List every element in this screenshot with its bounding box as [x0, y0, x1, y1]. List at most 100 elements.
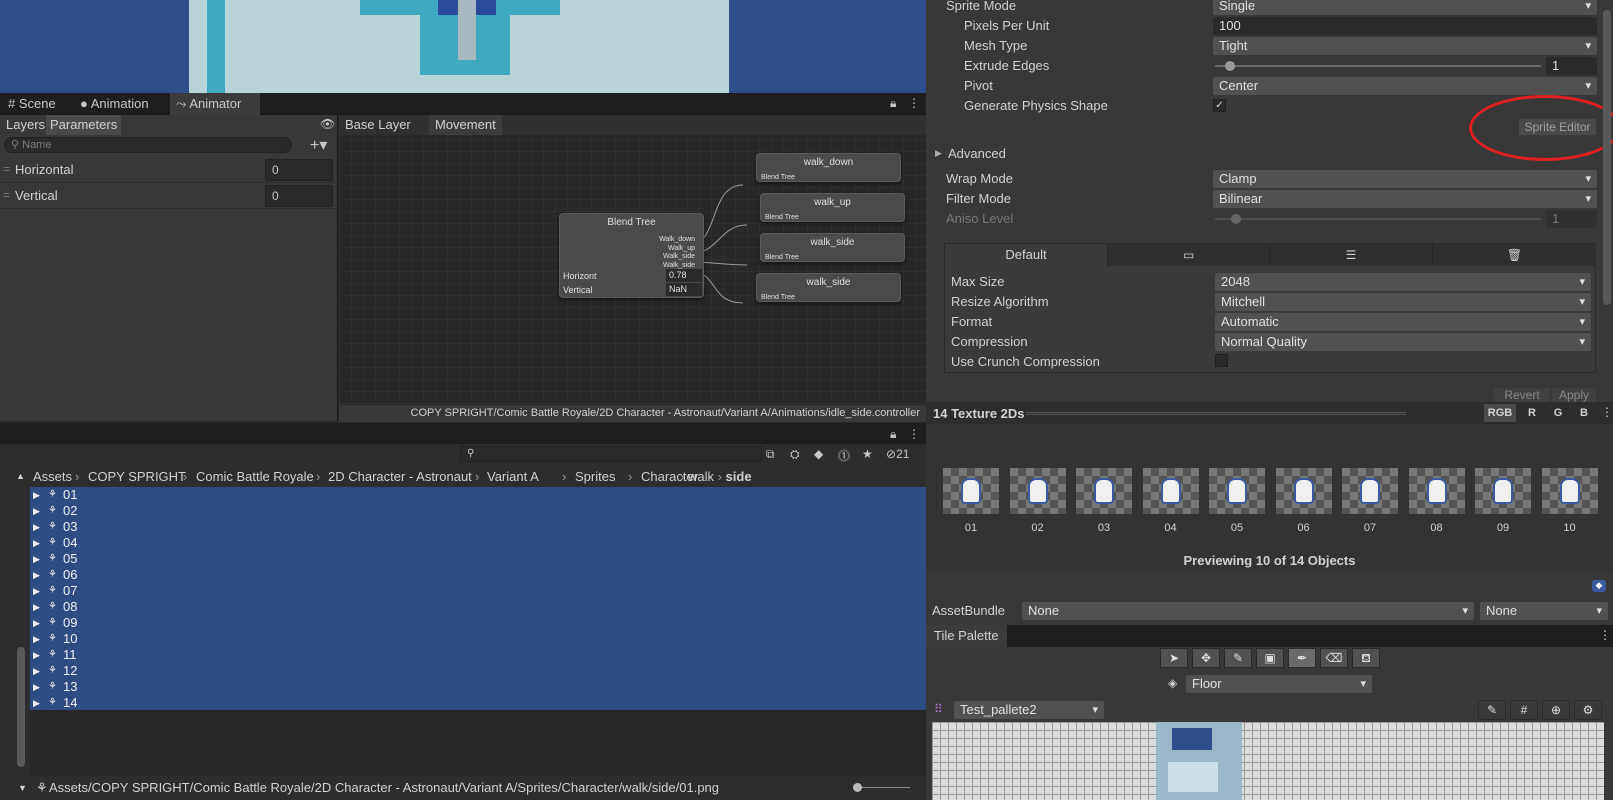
- texture-thumbnail[interactable]: [1475, 468, 1531, 514]
- tab-animator[interactable]: ⤳ Animator: [170, 93, 260, 115]
- list-item[interactable]: ▶ ⚘ 04: [30, 535, 926, 551]
- motion-node[interactable]: walk_up Blend Tree: [760, 193, 905, 222]
- tab-scene[interactable]: # Scene: [2, 93, 62, 115]
- blend-tree-node[interactable]: Blend Tree Walk_down Walk_up Walk_side W…: [559, 213, 704, 298]
- list-item[interactable]: ▶ ⚘ 09: [30, 615, 926, 631]
- kebab-menu-icon[interactable]: ⋮: [908, 96, 920, 110]
- animator-graph[interactable]: Base Layer Movement Blend Tree Walk_down…: [339, 115, 926, 421]
- list-item[interactable]: ▶ ⚘ 08: [30, 599, 926, 615]
- parameter-row[interactable]: = Vertical 0: [0, 183, 338, 209]
- compression-dropdown[interactable]: Normal Quality: [1215, 333, 1591, 351]
- kebab-menu-icon[interactable]: ⋮: [1601, 405, 1613, 419]
- scene-view[interactable]: [0, 0, 926, 93]
- crumb-item[interactable]: walk: [688, 469, 714, 484]
- list-item[interactable]: ▶ ⚘ 07: [30, 583, 926, 599]
- scroll-down-icon[interactable]: ▼: [18, 776, 27, 800]
- channel-rgb-button[interactable]: RGB: [1484, 404, 1516, 422]
- search-scope-icon[interactable]: ⧉: [766, 447, 775, 462]
- list-icon[interactable]: ☰: [1269, 244, 1432, 266]
- texture-thumbnail[interactable]: [1342, 468, 1398, 514]
- hidden-count-icon[interactable]: ⊘21: [886, 447, 909, 461]
- texture-thumbnail[interactable]: [943, 468, 999, 514]
- eraser-icon[interactable]: ⌫: [1320, 648, 1348, 668]
- list-item[interactable]: ▶ ⚘ 14: [30, 695, 926, 711]
- apply-button[interactable]: Apply: [1552, 388, 1596, 403]
- motion-node[interactable]: walk_down Blend Tree: [756, 153, 901, 182]
- revert-button[interactable]: Revert: [1494, 388, 1550, 403]
- crumb-item[interactable]: COPY SPRIGHT: [88, 466, 186, 487]
- channel-b-button[interactable]: B: [1574, 404, 1594, 422]
- drag-handle-icon[interactable]: =: [3, 188, 10, 202]
- texture-thumbnail[interactable]: [1275, 468, 1332, 514]
- foldout-arrow-icon[interactable]: ▶: [33, 503, 40, 519]
- format-dropdown[interactable]: Automatic: [1215, 313, 1591, 331]
- filter-type-icon[interactable]: ⛭: [790, 447, 800, 462]
- foldout-arrow-icon[interactable]: ▶: [33, 535, 40, 551]
- list-item[interactable]: ▶ ⚘ 01: [30, 487, 926, 503]
- crumb-item[interactable]: Variant A: [487, 466, 539, 487]
- list-item[interactable]: ▶ ⚘ 03: [30, 519, 926, 535]
- texture-thumbnail[interactable]: [1408, 468, 1465, 514]
- foldout-arrow-icon[interactable]: ▶: [33, 487, 40, 503]
- label-icon[interactable]: ◆: [814, 447, 823, 461]
- crumb-item[interactable]: Assets: [33, 466, 72, 487]
- scrollbar-thumb[interactable]: [17, 647, 25, 767]
- fill-bucket-icon[interactable]: ⛾: [1352, 648, 1380, 668]
- zoom-slider-track[interactable]: [855, 787, 910, 788]
- foldout-arrow-icon[interactable]: ▶: [33, 695, 40, 711]
- tab-default-platform[interactable]: Default: [945, 244, 1107, 266]
- gizmo-icon[interactable]: ⊕: [1542, 700, 1570, 720]
- parameter-value-input[interactable]: 0: [265, 159, 333, 181]
- max-size-dropdown[interactable]: 2048: [1215, 273, 1591, 291]
- assetbundle-variant-dropdown[interactable]: None: [1480, 602, 1608, 620]
- pivot-dropdown[interactable]: Center: [1213, 77, 1597, 95]
- list-item[interactable]: ▶ ⚘ 13: [30, 679, 926, 695]
- list-item[interactable]: ▶ ⚘ 06: [30, 567, 926, 583]
- drag-divider[interactable]: [1026, 412, 1406, 415]
- palette-dropdown[interactable]: Test_pallete2: [954, 701, 1104, 719]
- tab-layers[interactable]: Layers: [2, 115, 49, 135]
- favorite-star-icon[interactable]: ★: [862, 447, 873, 461]
- foldout-arrow-icon[interactable]: ▶: [33, 679, 40, 695]
- parameter-row[interactable]: = Horizontal 0: [0, 157, 338, 183]
- assetbundle-name-dropdown[interactable]: None: [1022, 602, 1474, 620]
- extrude-slider-handle[interactable]: [1224, 61, 1235, 71]
- crumb-item-current[interactable]: side: [726, 469, 752, 484]
- foldout-arrow-icon[interactable]: ▶: [33, 519, 40, 535]
- list-item[interactable]: ▶ ⚘ 11: [30, 647, 926, 663]
- kebab-menu-icon[interactable]: ⋮: [908, 427, 920, 441]
- foldout-arrow-icon[interactable]: ▶: [33, 583, 40, 599]
- tab-parameters[interactable]: Parameters: [46, 115, 122, 135]
- list-item[interactable]: ▶ ⚘ 10: [30, 631, 926, 647]
- scroll-up-icon[interactable]: ▲: [16, 466, 25, 487]
- foldout-arrow-icon[interactable]: ▶: [33, 663, 40, 679]
- crumb-item[interactable]: Sprites: [575, 466, 615, 487]
- advanced-foldout[interactable]: Advanced: [948, 144, 1006, 164]
- monitor-icon[interactable]: ▭: [1107, 244, 1269, 266]
- crumb-item[interactable]: 2D Character - Astronaut: [328, 466, 472, 487]
- blend-param-value[interactable]: NaN: [666, 283, 702, 296]
- foldout-arrow-icon[interactable]: ▶: [33, 647, 40, 663]
- grid-toggle-icon[interactable]: #: [1510, 700, 1538, 720]
- motion-node[interactable]: walk_side Blend Tree: [760, 233, 905, 262]
- select-tool-icon[interactable]: ➤: [1160, 648, 1188, 668]
- extrude-slider-track[interactable]: [1215, 65, 1541, 67]
- foldout-arrow-icon[interactable]: ▶: [935, 148, 942, 159]
- lock-icon[interactable]: 🔒︎: [890, 427, 896, 442]
- foldout-arrow-icon[interactable]: ▶: [33, 615, 40, 631]
- filter-mode-dropdown[interactable]: Bilinear: [1213, 190, 1597, 208]
- edit-palette-icon[interactable]: ✎: [1478, 700, 1506, 720]
- motion-node[interactable]: walk_side Blend Tree: [756, 273, 901, 302]
- parameter-value-input[interactable]: 0: [265, 185, 333, 207]
- add-parameter-button[interactable]: +▾: [310, 135, 327, 155]
- inspector-scrollbar[interactable]: [1603, 10, 1611, 305]
- kebab-menu-icon[interactable]: ⋮: [1599, 628, 1611, 642]
- generate-physics-checkbox[interactable]: ✓: [1213, 99, 1226, 112]
- tab-animation[interactable]: ● Animation: [74, 93, 155, 115]
- texture-thumbnail[interactable]: [1541, 468, 1598, 514]
- active-tilemap-dropdown[interactable]: Floor: [1186, 675, 1372, 693]
- parameter-search-input[interactable]: ⚲ Name: [4, 137, 292, 153]
- crunch-checkbox[interactable]: [1215, 354, 1228, 367]
- move-tool-icon[interactable]: ✥: [1192, 648, 1220, 668]
- texture-thumbnail[interactable]: [1076, 468, 1132, 514]
